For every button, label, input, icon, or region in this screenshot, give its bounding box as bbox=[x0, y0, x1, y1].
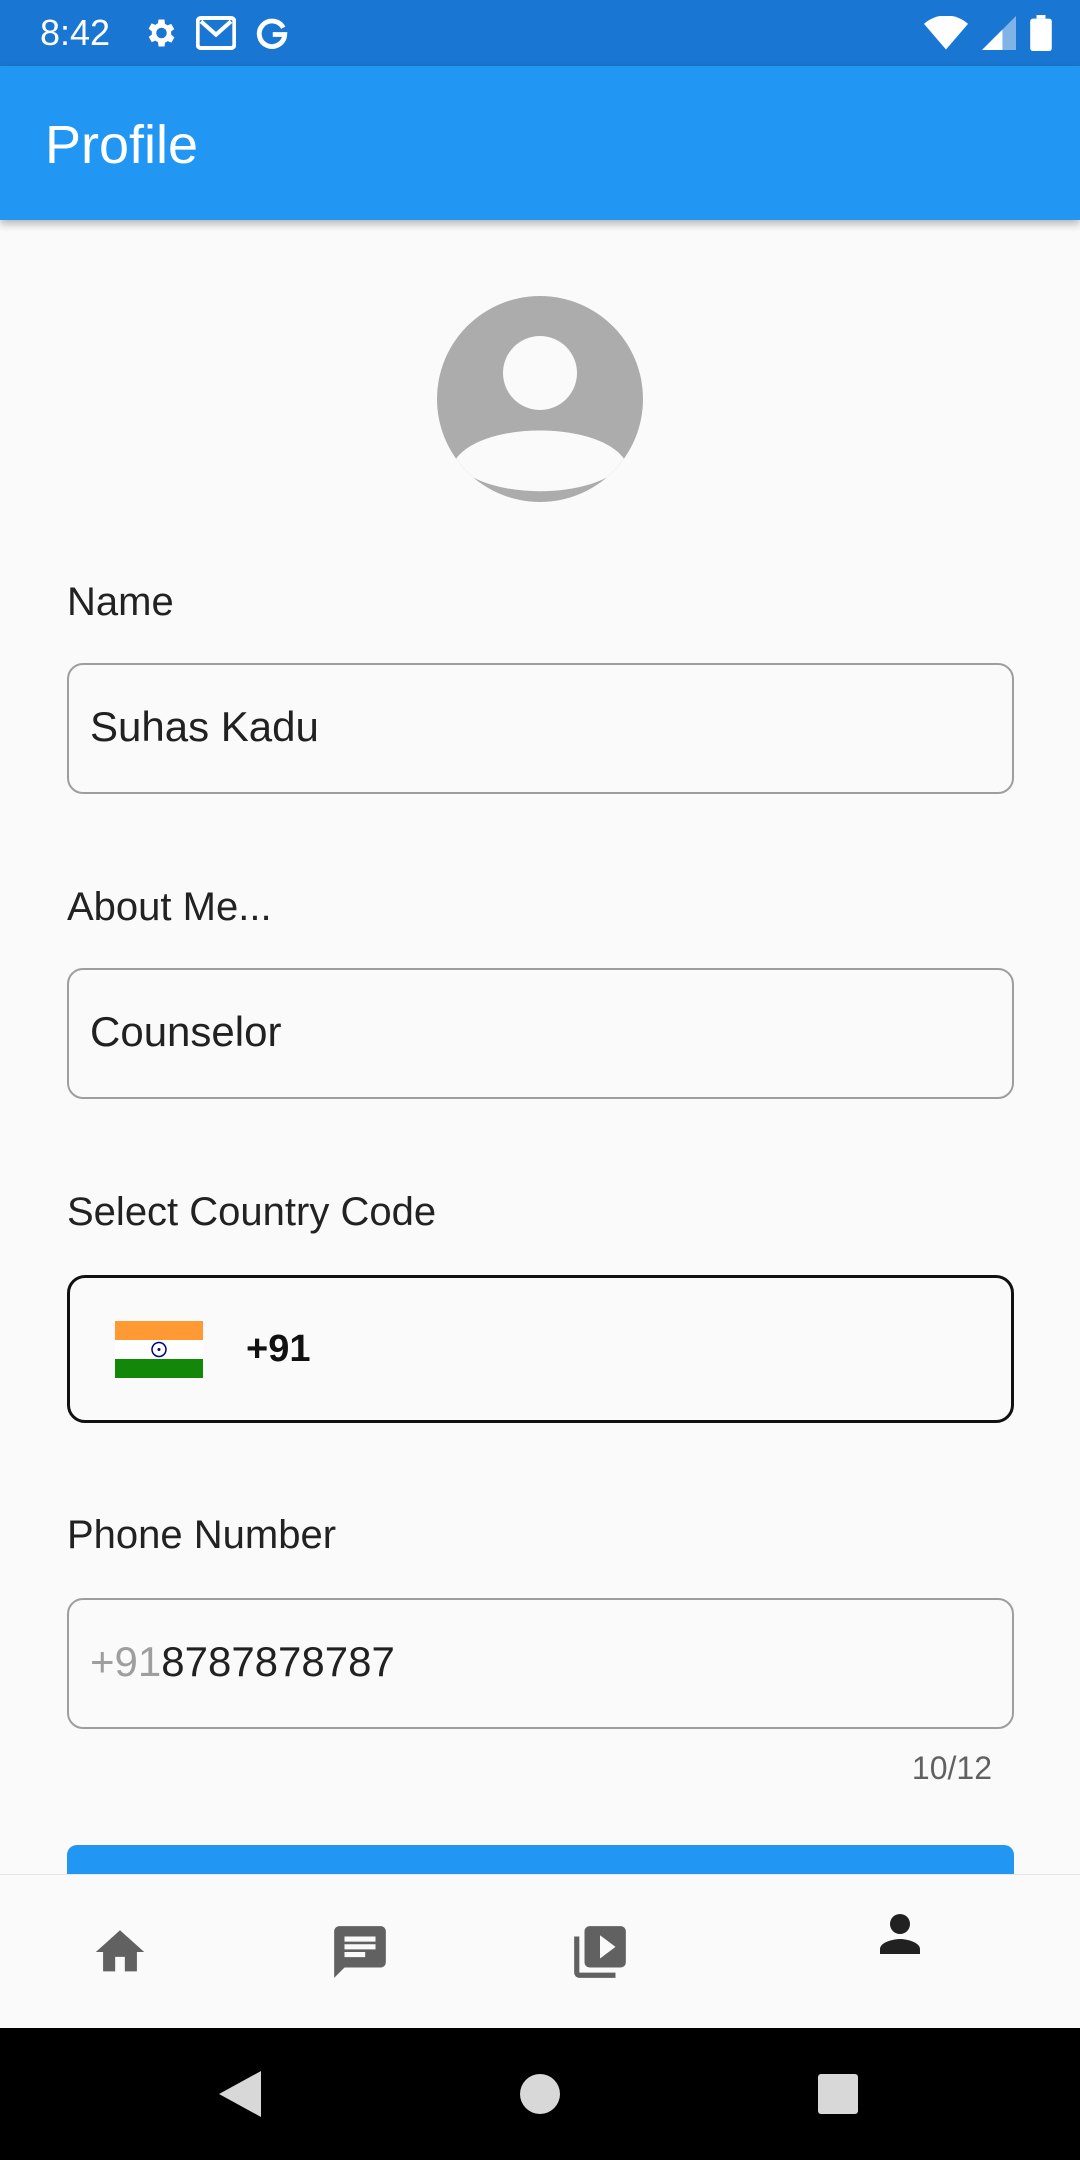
about-value: Counselor bbox=[90, 1008, 282, 1055]
phone-label: Phone Number bbox=[67, 1513, 337, 1557]
status-bar: 8:42 bbox=[0, 0, 1080, 66]
system-nav-bar bbox=[0, 2028, 1080, 2160]
phone-value: 8787878787 bbox=[161, 1638, 395, 1685]
page-title: Profile bbox=[45, 115, 199, 175]
status-left-icons bbox=[142, 12, 290, 54]
system-recents-button[interactable] bbox=[738, 2028, 938, 2160]
phone-field[interactable]: +918787878787 bbox=[67, 1598, 1014, 1729]
battery-icon bbox=[1030, 15, 1052, 51]
name-label: Name bbox=[67, 580, 174, 624]
country-code-value: +91 bbox=[246, 1328, 311, 1370]
status-time: 8:42 bbox=[40, 12, 111, 53]
name-field[interactable]: Suhas Kadu bbox=[67, 663, 1014, 794]
gear-icon bbox=[142, 15, 178, 51]
recents-icon bbox=[818, 2074, 858, 2114]
nav-profile[interactable] bbox=[780, 1857, 1020, 2011]
back-icon bbox=[219, 2071, 261, 2117]
india-flag-icon bbox=[115, 1321, 203, 1378]
chat-icon bbox=[334, 1926, 386, 1978]
google-icon bbox=[254, 15, 290, 51]
nav-videos[interactable] bbox=[480, 1875, 720, 2029]
cell-signal-icon bbox=[982, 16, 1016, 50]
bottom-nav bbox=[0, 1874, 1080, 2028]
country-code-label: Select Country Code bbox=[67, 1190, 437, 1234]
gmail-icon bbox=[196, 16, 236, 50]
country-code-picker[interactable]: +91 bbox=[67, 1275, 1014, 1423]
nav-chat[interactable] bbox=[240, 1875, 480, 2029]
phone-char-counter: 10/12 bbox=[911, 1750, 992, 1786]
person-icon bbox=[880, 1914, 920, 1954]
home-icon bbox=[95, 1930, 145, 1972]
name-value: Suhas Kadu bbox=[90, 703, 319, 750]
about-field[interactable]: Counselor bbox=[67, 968, 1014, 1099]
status-right-icons bbox=[924, 12, 1052, 54]
app-bar: Profile bbox=[0, 66, 1080, 220]
home-circle-icon bbox=[520, 2074, 560, 2114]
phone-value-line: +918787878787 bbox=[90, 1638, 395, 1686]
nav-home[interactable] bbox=[0, 1875, 240, 2029]
wifi-icon bbox=[924, 16, 968, 50]
phone-prefix: +91 bbox=[90, 1638, 162, 1685]
system-home-button[interactable] bbox=[440, 2028, 640, 2160]
about-label: About Me... bbox=[67, 885, 272, 929]
avatar[interactable] bbox=[437, 296, 643, 502]
account-circle-icon bbox=[437, 296, 643, 502]
system-back-button[interactable] bbox=[140, 2028, 340, 2160]
video-library-icon bbox=[574, 1926, 626, 1978]
